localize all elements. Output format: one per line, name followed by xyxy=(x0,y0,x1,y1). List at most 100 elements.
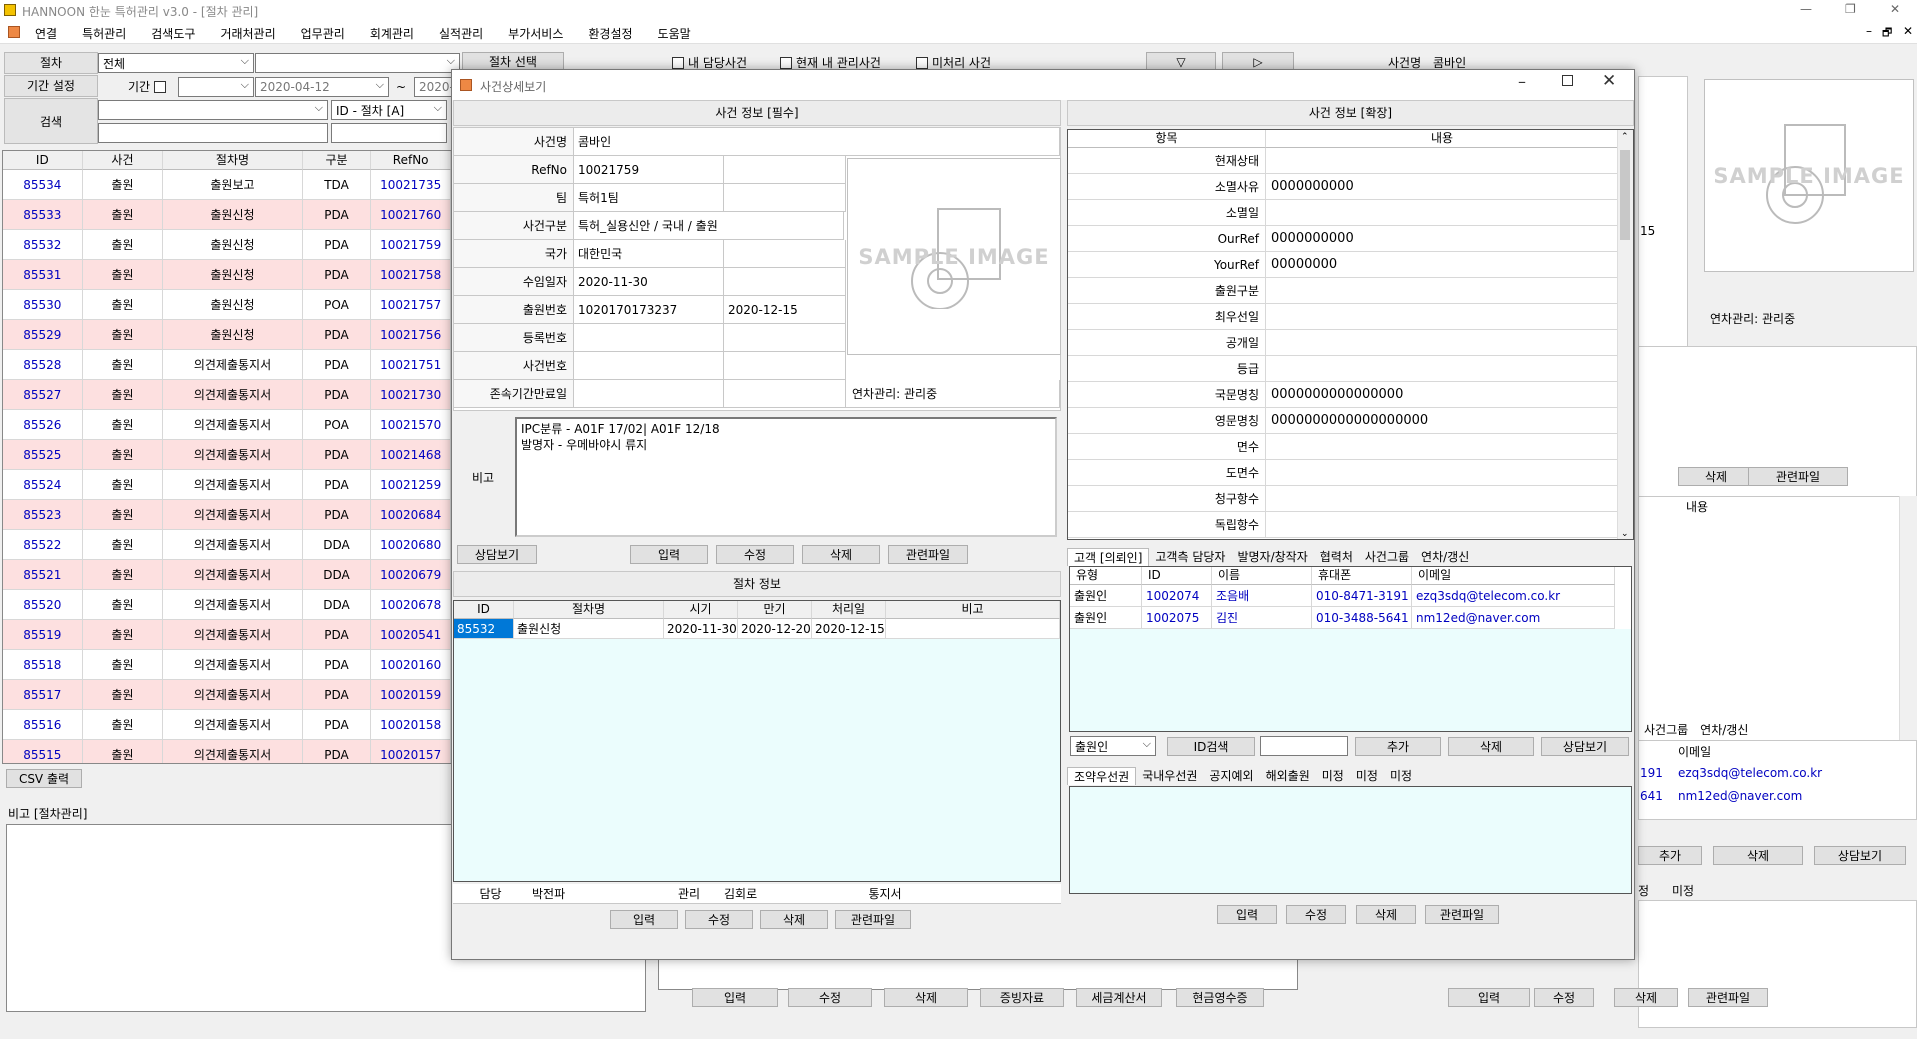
treaty-tab[interactable]: 공지예외 xyxy=(1203,767,1259,785)
proc-header-cell[interactable]: 절차명 xyxy=(514,601,664,619)
treaty-button[interactable]: 관련파일 xyxy=(1425,905,1499,924)
ext-row[interactable]: 소멸일 xyxy=(1068,200,1633,226)
table-row[interactable]: 85523 출원 의견제출통지서 PDA 10020684 xyxy=(3,500,451,530)
search-input-2[interactable] xyxy=(331,123,447,143)
proc-select-2[interactable] xyxy=(255,53,460,73)
ext-value[interactable] xyxy=(1266,434,1619,460)
period-checkbox-label[interactable]: 기간 xyxy=(128,78,170,95)
ext-row[interactable]: 면수 xyxy=(1068,434,1633,460)
ext-row[interactable]: 청구항수 xyxy=(1068,486,1633,512)
dialog-files-button[interactable]: 관련파일 xyxy=(888,545,968,564)
table-row[interactable]: 85530 출원 출원신청 POA 10021757 xyxy=(3,290,451,320)
bg-mid-button[interactable]: 세금계산서 xyxy=(1076,988,1162,1007)
field-value[interactable] xyxy=(574,352,724,380)
ext-value[interactable] xyxy=(1266,486,1619,512)
treaty-tab[interactable]: 미정 xyxy=(1350,767,1384,785)
field-value[interactable]: 1020170173237 xyxy=(574,296,724,324)
bg-mid-button[interactable]: 증빙자료 xyxy=(980,988,1064,1007)
client-delete-button[interactable]: 삭제 xyxy=(1448,737,1534,756)
ext-value[interactable]: 0000000000000000000 xyxy=(1266,408,1619,434)
table-row[interactable]: 85524 출원 의견제출통지서 PDA 10021259 xyxy=(3,470,451,500)
treaty-button[interactable]: 삭제 xyxy=(1356,905,1416,924)
search-field-select[interactable]: ID - 절차 [A] xyxy=(331,100,447,120)
treaty-tab[interactable]: 미정 xyxy=(1316,767,1350,785)
proc-header-cell[interactable]: ID xyxy=(454,601,514,619)
client-add-button[interactable]: 추가 xyxy=(1355,737,1441,756)
field-value-2[interactable] xyxy=(724,268,846,296)
list-header-cell[interactable]: 구분 xyxy=(302,151,372,170)
proc-button[interactable]: 입력 xyxy=(610,910,678,929)
field-value[interactable] xyxy=(574,324,724,352)
search-input[interactable] xyxy=(98,123,328,143)
ext-value[interactable] xyxy=(1266,356,1619,382)
treaty-tab[interactable]: 국내우선권 xyxy=(1136,767,1203,785)
proc-row[interactable]: 85532 출원신청 2020-11-30 2020-12-20 2020-12-15 xyxy=(454,619,1060,639)
field-value-2[interactable] xyxy=(724,240,846,268)
bg-files-button-2[interactable]: 관련파일 xyxy=(1688,988,1768,1007)
dialog-input-button[interactable]: 입력 xyxy=(630,545,708,564)
date-from-input[interactable]: 2020-04-12 xyxy=(255,77,389,97)
menu-search-tools[interactable]: 검색도구 xyxy=(151,25,195,42)
mdi-close-button[interactable]: ✕ xyxy=(1903,24,1913,38)
field-value-2[interactable] xyxy=(724,380,846,408)
menu-addons[interactable]: 부가서비스 xyxy=(508,25,563,42)
table-row[interactable]: 85515 출원 의견제출통지서 PDA 10020157 xyxy=(3,740,451,763)
bg-tab-undef-1[interactable]: 정 xyxy=(1638,882,1649,899)
id-search-input[interactable] xyxy=(1260,736,1348,756)
ext-row[interactable]: 소멸사유 0000000000 xyxy=(1068,174,1633,200)
field-value-2[interactable] xyxy=(724,324,846,352)
client-type-select[interactable]: 출원인 xyxy=(1070,736,1156,756)
ext-row[interactable]: 국문명칭 0000000000000000 xyxy=(1068,382,1633,408)
ext-row[interactable]: 출원구분 xyxy=(1068,278,1633,304)
table-row[interactable]: 85531 출원 출원신청 PDA 10021758 xyxy=(3,260,451,290)
bg-mid-button[interactable]: 현금영수증 xyxy=(1176,988,1264,1007)
csv-export-button[interactable]: CSV 출력 xyxy=(6,769,82,788)
table-row[interactable]: 85519 출원 의견제출통지서 PDA 10020541 xyxy=(3,620,451,650)
proc-header-cell[interactable]: 처리일 xyxy=(812,601,886,619)
proc-button[interactable]: 삭제 xyxy=(760,910,828,929)
list-header-cell[interactable]: 절차명 xyxy=(163,151,303,170)
proc-header-cell[interactable]: 만기 xyxy=(738,601,812,619)
proc-select[interactable]: 전체 xyxy=(98,53,254,73)
menu-performance[interactable]: 실적관리 xyxy=(439,25,483,42)
treaty-button[interactable]: 입력 xyxy=(1217,905,1277,924)
ext-row[interactable]: 현재상태 xyxy=(1068,148,1633,174)
ext-value[interactable]: 0000000000 xyxy=(1266,174,1619,200)
treaty-tab[interactable]: 미정 xyxy=(1384,767,1418,785)
id-search-button[interactable]: ID검색 xyxy=(1167,737,1255,756)
dialog-edit-button[interactable]: 수정 xyxy=(716,545,794,564)
proc-button[interactable]: 수정 xyxy=(685,910,753,929)
ext-row[interactable]: 도면수 xyxy=(1068,460,1633,486)
treaty-tab[interactable]: 해외출원 xyxy=(1260,767,1316,785)
client-row[interactable]: 출원인 1002074 조음배 010-8471-3191 ezq3sdq@teleco… xyxy=(1070,585,1631,607)
dialog-maximize-button[interactable] xyxy=(1562,75,1573,86)
bg-input-button[interactable]: 입력 xyxy=(1448,988,1530,1007)
table-row[interactable]: 85521 출원 의견제출통지서 DDA 10020679 xyxy=(3,560,451,590)
client-header-cell[interactable]: 이메일 xyxy=(1412,567,1615,585)
window-close-button[interactable]: ✕ xyxy=(1890,2,1900,16)
menu-connect[interactable]: 연결 xyxy=(35,25,57,42)
client-header-cell[interactable]: 유형 xyxy=(1070,567,1142,585)
ext-value[interactable] xyxy=(1266,460,1619,486)
field-value[interactable]: 대한민국 xyxy=(574,240,724,268)
ext-value[interactable] xyxy=(1266,512,1619,538)
table-row[interactable]: 85516 출원 의견제출통지서 PDA 10020158 xyxy=(3,710,451,740)
bg-add-button[interactable]: 추가 xyxy=(1638,846,1702,865)
client-tab[interactable]: 발명자/창작자 xyxy=(1231,548,1313,566)
ext-row[interactable]: 독립항수 xyxy=(1068,512,1633,538)
client-tab[interactable]: 연차/갱신 xyxy=(1415,548,1475,566)
table-row[interactable]: 85522 출원 의견제출통지서 DDA 10020680 xyxy=(3,530,451,560)
dialog-delete-button[interactable]: 삭제 xyxy=(802,545,880,564)
field-value[interactable]: 특허_실용신안 / 국내 / 출원 xyxy=(574,212,844,240)
ext-value[interactable] xyxy=(1266,148,1619,174)
table-row[interactable]: 85520 출원 의견제출통지서 DDA 10020678 xyxy=(3,590,451,620)
list-header-cell[interactable]: RefNo xyxy=(371,151,451,170)
bg-mid-button[interactable]: 수정 xyxy=(788,988,872,1007)
menu-work[interactable]: 업무관리 xyxy=(301,25,345,42)
proc-header-cell[interactable]: 비고 xyxy=(886,601,1060,619)
menu-accounting[interactable]: 회계관리 xyxy=(370,25,414,42)
table-row[interactable]: 85527 출원 의견제출통지서 PDA 10021730 xyxy=(3,380,451,410)
ext-row[interactable]: 최우선일 xyxy=(1068,304,1633,330)
table-row[interactable]: 85518 출원 의견제출통지서 PDA 10020160 xyxy=(3,650,451,680)
client-tab[interactable]: 고객측 담당자 xyxy=(1149,548,1231,566)
